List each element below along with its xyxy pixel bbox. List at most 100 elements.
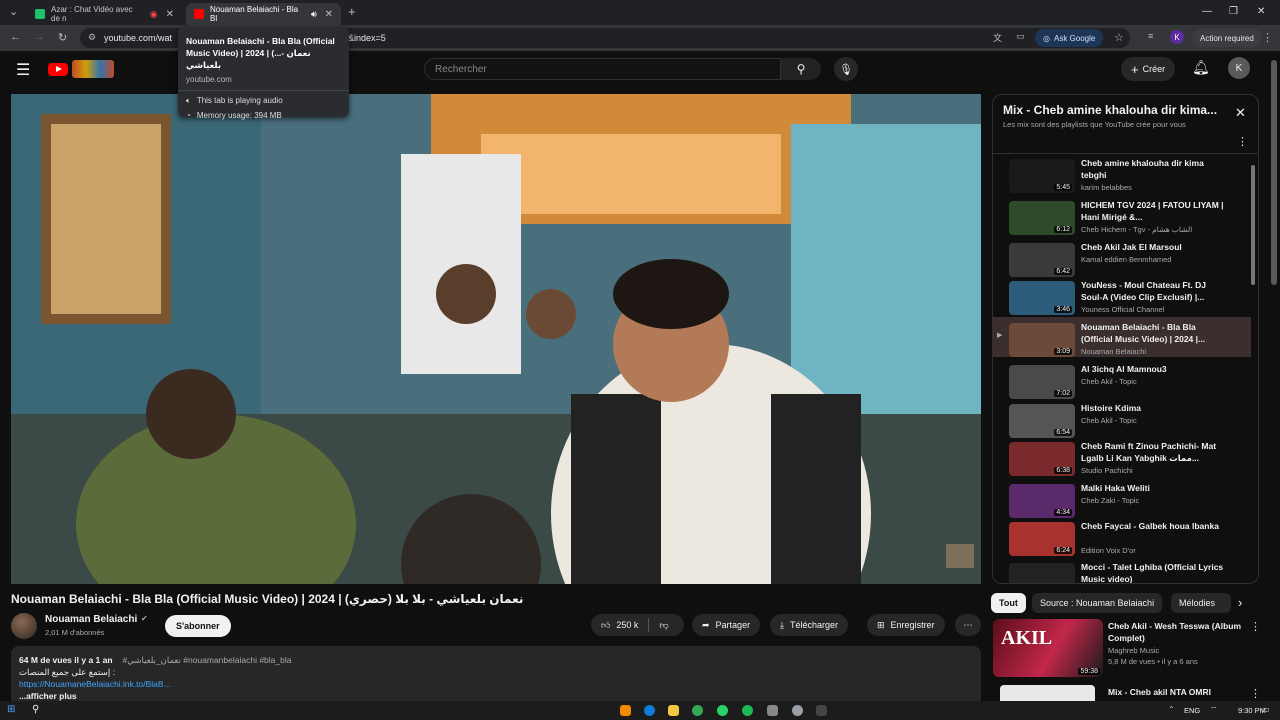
recommended-menu-icon[interactable]: ⋮	[1250, 687, 1261, 700]
playlist-item[interactable]: 3:09 ▶ Nouaman Belaiachi - Bla Bla (Offici…	[993, 317, 1251, 357]
playlist-item[interactable]: 6:42 Cheb Akil Jak El Marsoul Kamal eddien…	[993, 241, 1251, 281]
download-button[interactable]: ⤓ Télécharger	[770, 614, 849, 636]
back-icon[interactable]: ←	[10, 31, 21, 43]
notification-icon[interactable]: ▭	[1262, 705, 1270, 714]
tab-youtube[interactable]: Nouaman Belaiachi - Bla Bl 🔊︎ ✕	[186, 3, 341, 25]
cast-icon[interactable]: ▭	[1016, 31, 1025, 42]
playlist-thumbnail[interactable]: 6:42	[1009, 243, 1075, 277]
chip-source[interactable]: Source : Nouaman Belaiachi	[1032, 593, 1163, 613]
tray-chevron-icon[interactable]: ⌃	[1168, 705, 1175, 714]
close-window-icon[interactable]: ✕	[1257, 6, 1265, 17]
reload-icon[interactable]: ↻	[58, 31, 67, 44]
minimize-icon[interactable]: —	[1202, 6, 1212, 17]
search-button[interactable]: ⚲	[781, 58, 821, 80]
playlist-thumbnail[interactable]: 5:45	[1009, 159, 1075, 193]
recommended-thumbnail[interactable]: AKIL 59:38	[993, 619, 1103, 677]
hashtags[interactable]: #نعمان_بلعياشي #nouamanbelaiachi #bla_bl…	[123, 654, 292, 666]
menu-dots-icon[interactable]: ⋮	[1262, 31, 1273, 44]
video-duration: 4:34	[1054, 509, 1072, 516]
chrome-active-icon[interactable]	[792, 705, 803, 716]
tab-list-icon[interactable]: ⌄	[9, 5, 18, 18]
profile-avatar[interactable]: K	[1170, 30, 1184, 44]
playlist-thumbnail[interactable]: 3:09	[1009, 323, 1075, 357]
file-explorer-icon[interactable]	[668, 705, 679, 716]
playlist-scrollbar[interactable]	[1251, 165, 1255, 285]
subscribe-button[interactable]: S'abonner	[165, 615, 231, 637]
recommended-menu-icon[interactable]: ⋮	[1250, 620, 1261, 633]
playlist-item[interactable]: 6:54 Histoire Kdima Cheb Akil - Topic	[993, 402, 1251, 442]
recommended-title[interactable]: Cheb Akil - Wesh Tesswa (Album Complet)	[1108, 620, 1243, 644]
edge-icon[interactable]	[644, 705, 655, 716]
language-indicator[interactable]: ENG	[1184, 706, 1200, 715]
video-description[interactable]: 64 M de vues il y a 1 an #نعمان_بلعياشي …	[11, 646, 981, 706]
playlist-item[interactable]: 3:46 YouNess - Moul Chateau Ft. DJ Soul-A…	[993, 279, 1251, 319]
translate-icon[interactable]: 文	[993, 31, 1002, 44]
vlc-icon[interactable]	[620, 705, 631, 716]
channel-avatar[interactable]	[11, 613, 37, 639]
tooltip-audio: This tab is playing audio	[196, 96, 283, 105]
site-info-icon[interactable]: ⚙	[88, 32, 96, 43]
description-link[interactable]: https://NouamaneBelaiachi.lnk.to/BlaB...	[19, 678, 973, 690]
speaker-icon[interactable]: 🔊︎	[311, 9, 317, 20]
save-button[interactable]: ⊞ Enregistrer	[867, 614, 945, 636]
playlist-item[interactable]: Mocci - Talet Lghiba (Official Lyrics Mu…	[993, 561, 1251, 583]
playlist-item[interactable]: 6:24 Cheb Faycal - Galbek houa lbanka Edit…	[993, 520, 1251, 560]
tab-azar[interactable]: Azar : Chat Vidéo avec de n ◉ ✕	[27, 3, 182, 25]
playlist-item[interactable]: 7:02 Al 3ichq Al Mamnou3 Cheb Akil - Topic	[993, 363, 1251, 403]
close-tab-icon[interactable]: ✕	[325, 9, 333, 20]
chip-all[interactable]: Tout	[991, 593, 1026, 613]
playlist-thumbnail[interactable]	[1009, 563, 1075, 583]
forward-icon[interactable]: →	[34, 31, 45, 43]
playlist-thumbnail[interactable]: 3:46	[1009, 281, 1075, 315]
share-button[interactable]: ➦ Partager	[692, 614, 761, 636]
youtube-logo-icon[interactable]	[48, 63, 68, 76]
chrome-icon[interactable]	[692, 705, 703, 716]
page-scrollbar[interactable]	[1271, 60, 1277, 285]
recommended-channel[interactable]: Maghreb Music	[1108, 646, 1159, 655]
app-icon[interactable]	[767, 705, 778, 716]
bookmark-star-icon[interactable]: ☆	[1114, 31, 1124, 44]
media-controls-icon[interactable]: ≡	[1148, 31, 1153, 41]
windows-start-icon[interactable]: ⊞	[7, 704, 15, 715]
hamburger-menu-icon[interactable]: ☰	[16, 60, 30, 80]
like-count[interactable]: 250 k	[616, 620, 638, 630]
more-actions-button[interactable]: ⋯	[955, 614, 981, 636]
playlist-thumbnail[interactable]: 6:38	[1009, 442, 1075, 476]
create-button[interactable]: + Créer	[1121, 57, 1176, 81]
recommended-thumbnail[interactable]	[1000, 685, 1095, 701]
playlist-item[interactable]: 4:34 Malki Haka Weliti Cheb Zaki - Topic	[993, 482, 1251, 522]
playlist-thumbnail[interactable]: 6:12	[1009, 201, 1075, 235]
playlist-thumbnail[interactable]: 6:54	[1009, 404, 1075, 438]
playlist-thumbnail[interactable]: 4:34	[1009, 484, 1075, 518]
ask-google-button[interactable]: ◎ Ask Google	[1035, 29, 1104, 47]
whatsapp-icon[interactable]	[717, 705, 728, 716]
playlist-thumbnail[interactable]: 6:24	[1009, 522, 1075, 556]
playlist-menu-icon[interactable]: ⋮	[1237, 135, 1248, 148]
action-required-button[interactable]: Action required	[1192, 29, 1262, 47]
new-tab-icon[interactable]: +	[348, 4, 356, 19]
spotify-icon[interactable]	[742, 705, 753, 716]
channel-name[interactable]: Nouaman Belaiachi	[45, 614, 137, 625]
notifications-bell-icon[interactable]: 🔔︎	[1192, 59, 1210, 76]
search-input[interactable]: Rechercher	[424, 58, 781, 80]
dislike-icon[interactable]: 👎︎	[659, 620, 668, 631]
video-player[interactable]	[11, 94, 981, 584]
playlist-item[interactable]: 6:38 Cheb Rami ft Zinou Pachichi- Mat Lga…	[993, 440, 1251, 480]
playlist-item[interactable]: 5:45 Cheb amine khalouha dir kima tebghi k…	[993, 157, 1251, 197]
playlist-item[interactable]: 6:12 HICHEM TGV 2024 | FATOU LIYAM | Hani…	[993, 199, 1251, 239]
like-icon[interactable]: 👍︎	[601, 620, 610, 631]
account-avatar[interactable]: K	[1228, 57, 1250, 79]
maximize-icon[interactable]: ❐	[1229, 6, 1238, 17]
chip-melodies[interactable]: Mélodies	[1171, 593, 1231, 613]
network-icon[interactable]: ⌔	[1210, 705, 1218, 715]
recommended-title[interactable]: Mix - Cheb akil NTA OMRI	[1108, 687, 1243, 697]
taskbar-search-icon[interactable]: ⚲	[32, 704, 39, 715]
playlist-thumbnail[interactable]: 7:02	[1009, 365, 1075, 399]
app-icon[interactable]	[816, 705, 827, 716]
playlist-item-channel: Youness Official Channel	[1081, 305, 1165, 314]
close-playlist-icon[interactable]: ✕	[1235, 105, 1246, 121]
close-tab-icon[interactable]: ✕	[166, 9, 174, 20]
chips-next-icon[interactable]: ›	[1238, 595, 1242, 610]
voice-search-button[interactable]: 🎙︎	[834, 57, 858, 81]
doodle-logo-icon[interactable]	[72, 60, 114, 78]
